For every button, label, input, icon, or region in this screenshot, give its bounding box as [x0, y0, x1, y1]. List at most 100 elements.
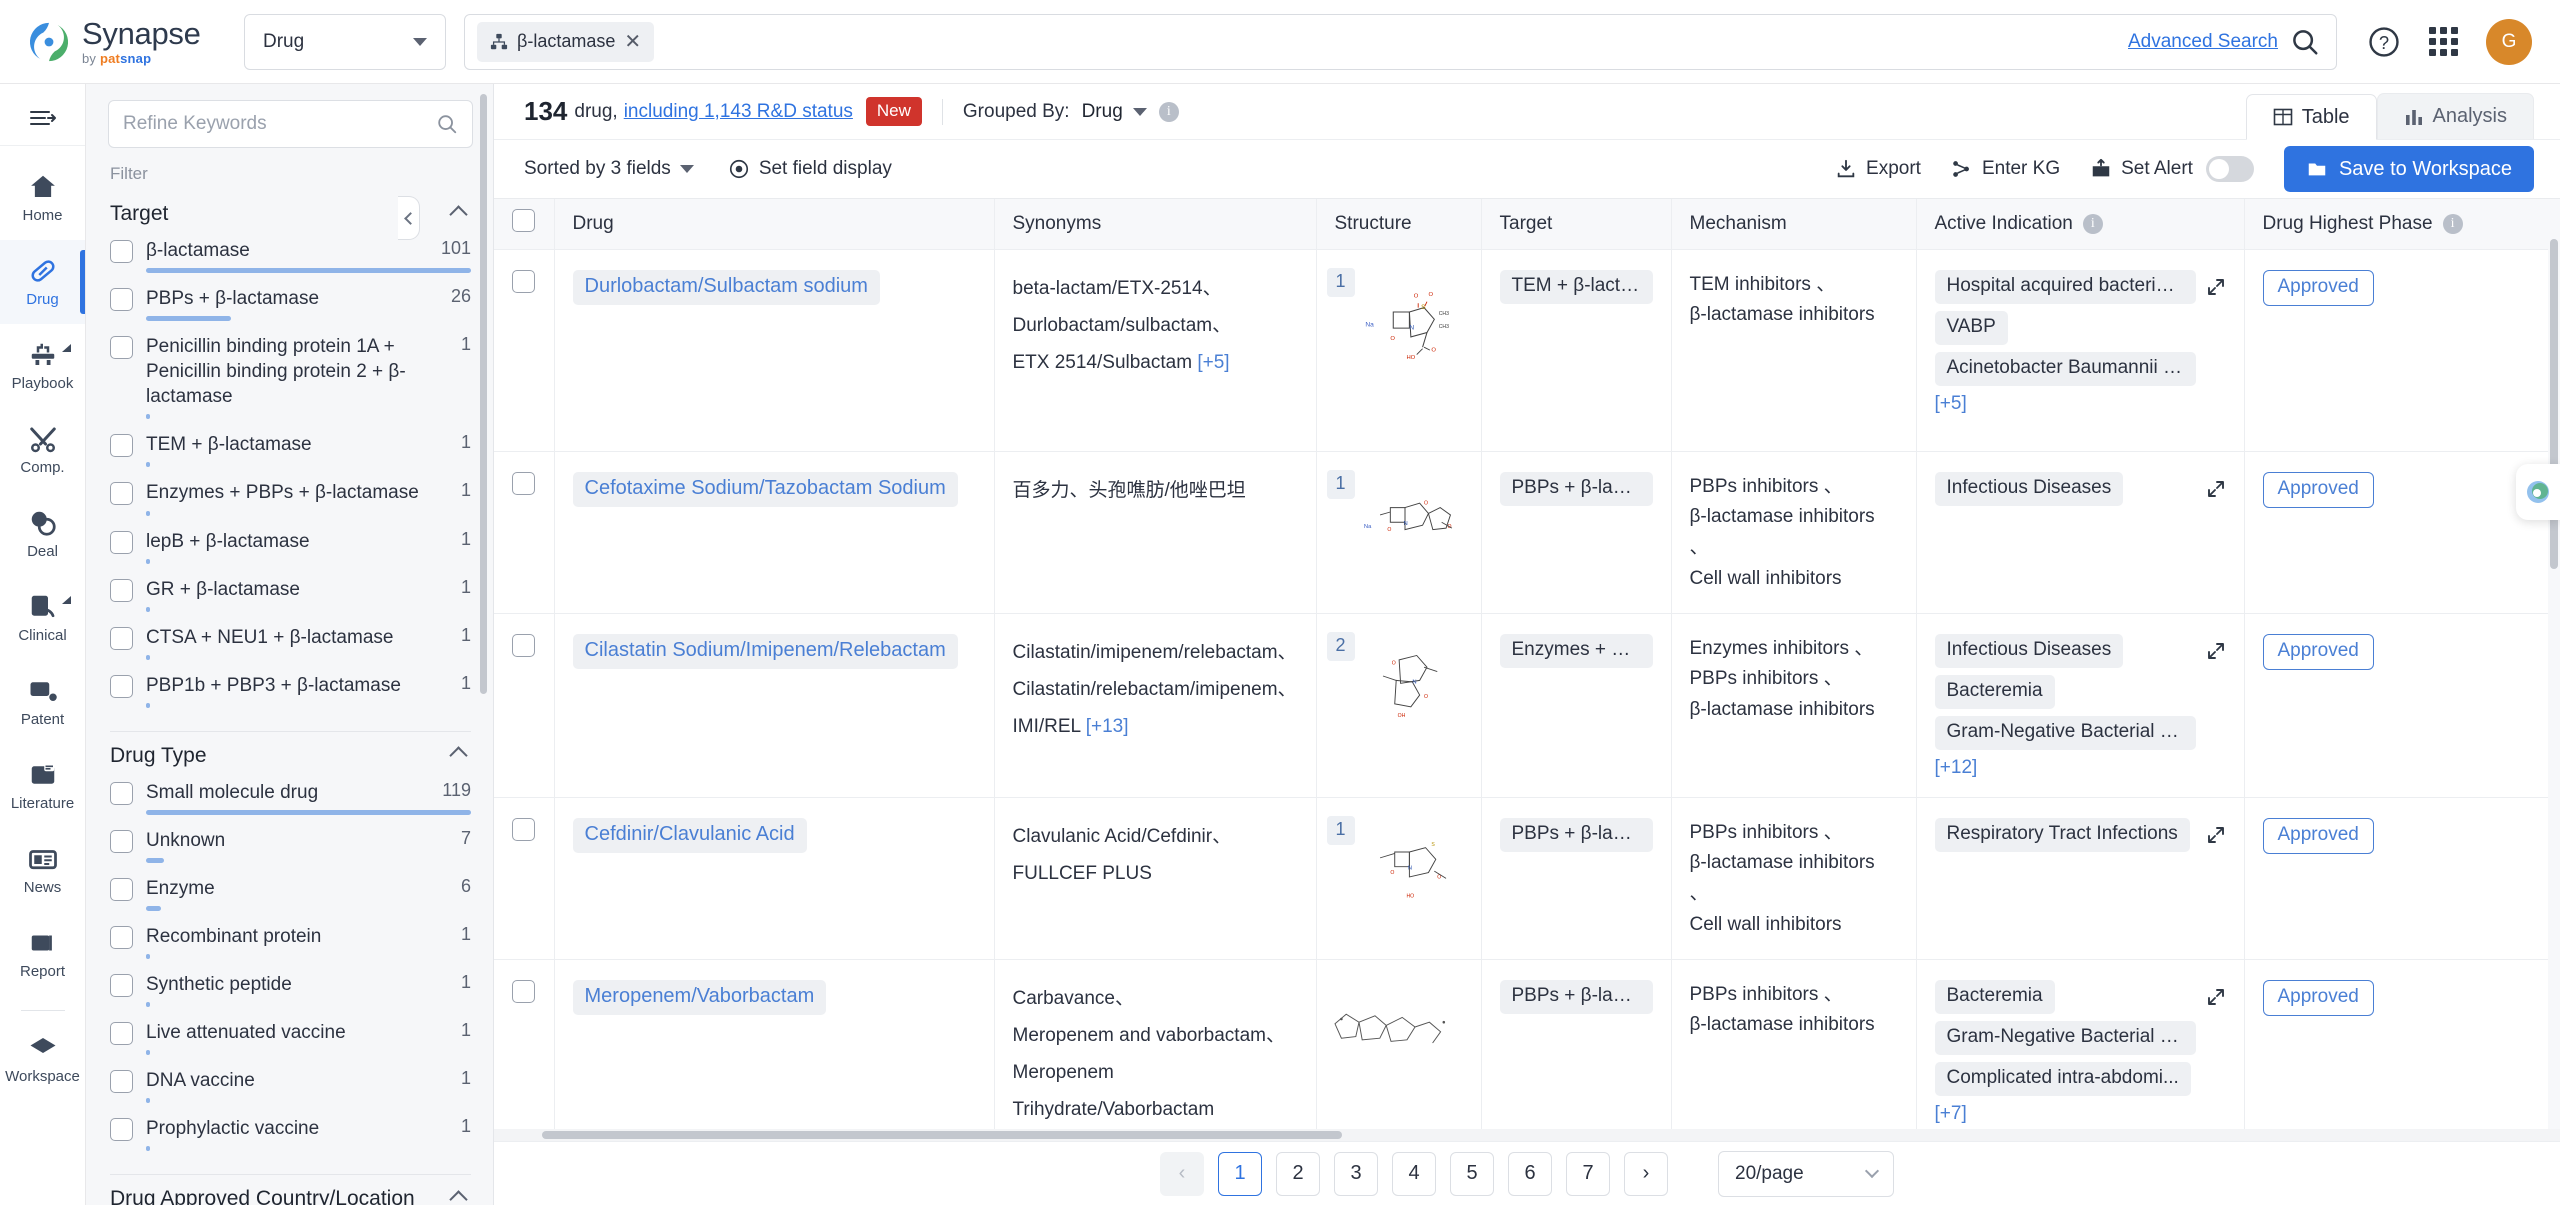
checkbox[interactable] [110, 926, 133, 950]
target-chip[interactable]: TEM + β-lacta... [1499, 269, 1653, 304]
drug-link[interactable]: Cefotaxime Sodium/Tazobactam Sodium [572, 471, 958, 507]
sidebar-item-playbook[interactable]: Playbook [0, 324, 85, 408]
close-icon[interactable]: ✕ [624, 32, 641, 52]
search-icon[interactable] [436, 113, 458, 135]
set-alert-toggle[interactable] [2205, 156, 2254, 182]
target-chip[interactable]: PBPs + β-lacta... [1499, 471, 1653, 506]
filter-row[interactable]: Small molecule drug 119 [108, 780, 473, 828]
row-select-cell[interactable] [494, 613, 555, 798]
filter-row[interactable]: DNA vaccine 1 [108, 1068, 473, 1116]
pagination-page-5[interactable]: 5 [1450, 1151, 1494, 1196]
sidebar-item-patent[interactable]: Patent [0, 660, 85, 744]
brand-logo-area[interactable]: Synapse by patsnap [26, 18, 222, 65]
checkbox[interactable] [110, 878, 133, 902]
chevron-down-icon[interactable] [1132, 107, 1147, 116]
sidebar-item-clinical[interactable]: Clinical [0, 576, 85, 660]
indications-more-link[interactable]: [+12] [1935, 757, 1978, 779]
column-header-drug-highest-phase[interactable]: Drug Highest Phase i [2244, 199, 2560, 250]
filter-row[interactable]: Enzymes + PBPs + β-lactamase 1 [108, 480, 473, 528]
row-select-cell[interactable] [494, 451, 555, 614]
collapse-filters-button[interactable] [398, 196, 420, 240]
pagination-page-2[interactable]: 2 [1276, 1151, 1320, 1196]
sidebar-item-literature[interactable]: Literature [0, 744, 85, 828]
tab-table[interactable]: Table [2245, 94, 2377, 140]
expand-icon[interactable] [2206, 479, 2226, 499]
table-row[interactable]: Meropenem/Vaborbactam Carbavance、 Merope… [494, 959, 2560, 1141]
checkbox[interactable] [110, 974, 133, 998]
checkbox[interactable] [512, 269, 536, 293]
checkbox[interactable] [110, 434, 133, 458]
info-icon[interactable]: i [2082, 213, 2103, 234]
column-header-synonyms[interactable]: Synonyms [994, 199, 1317, 250]
status-badge[interactable]: Approved [2262, 817, 2374, 854]
table-row[interactable]: Cefotaxime Sodium/Tazobactam Sodium 百多力、… [494, 451, 2560, 614]
cell-drug[interactable]: Durlobactam/Sulbactam sodium [554, 249, 995, 452]
table-row[interactable]: Durlobactam/Sulbactam sodium beta-lactam… [494, 249, 2560, 452]
target-chip[interactable]: Enzymes + PB... [1499, 633, 1653, 668]
page-size-select[interactable]: 20/page [1718, 1150, 1894, 1197]
cell-drug[interactable]: Cilastatin Sodium/Imipenem/Relebactam [554, 613, 995, 798]
row-select-cell[interactable] [494, 959, 555, 1141]
synonyms-more-link[interactable]: [+13] [1086, 716, 1129, 737]
column-header-structure[interactable]: Structure [1316, 199, 1482, 250]
checkbox[interactable] [512, 209, 536, 233]
filter-scrollbar-thumb[interactable] [480, 94, 487, 694]
checkbox[interactable] [110, 482, 133, 506]
pagination-page-6[interactable]: 6 [1508, 1151, 1552, 1196]
filter-row[interactable]: Penicillin binding protein 1A + Penicill… [108, 334, 473, 432]
set-field-display-button[interactable]: Set field display [728, 158, 892, 180]
table-vertical-scrollbar[interactable] [2548, 199, 2560, 1129]
expand-icon[interactable] [2206, 277, 2226, 297]
indication-chip[interactable]: Bacteremia [1934, 674, 2055, 709]
sidebar-item-report[interactable]: Report [0, 912, 85, 996]
status-badge[interactable]: Approved [2262, 979, 2374, 1016]
checkbox[interactable] [110, 1070, 133, 1094]
checkbox[interactable] [110, 288, 133, 312]
info-icon[interactable]: i [2442, 213, 2463, 234]
status-badge[interactable]: Approved [2262, 269, 2374, 306]
indication-chip[interactable]: Gram-Negative Bacterial In... [1934, 715, 2196, 750]
table-horizontal-scrollbar-thumb[interactable] [542, 1131, 1342, 1139]
drug-link[interactable]: Cefdinir/Clavulanic Acid [572, 817, 807, 853]
refine-keywords-box[interactable] [108, 100, 473, 148]
pagination-next[interactable]: › [1624, 1151, 1668, 1196]
search-icon[interactable] [2290, 27, 2320, 57]
grouped-by-value[interactable]: Drug [1082, 101, 1123, 123]
export-button[interactable]: Export [1835, 158, 1921, 180]
indication-chip[interactable]: Gram-Negative Bacterial In... [1934, 1020, 2196, 1055]
row-select-cell[interactable] [494, 797, 555, 960]
filter-row[interactable]: lepB + β-lactamase 1 [108, 529, 473, 577]
table-row[interactable]: Cilastatin Sodium/Imipenem/Relebactam Ci… [494, 613, 2560, 798]
filter-row[interactable]: GR + β-lactamase 1 [108, 577, 473, 625]
indication-chip[interactable]: Hospital acquired bacterial ... [1934, 269, 2196, 304]
filter-row[interactable]: Synthetic peptide 1 [108, 972, 473, 1020]
column-header-active-indication[interactable]: Active Indication i [1916, 199, 2245, 250]
column-header-drug[interactable]: Drug [554, 199, 995, 250]
filter-row[interactable]: PBPs + β-lactamase 26 [108, 286, 473, 334]
pagination-page-7[interactable]: 7 [1566, 1151, 1610, 1196]
checkbox[interactable] [512, 817, 536, 841]
info-icon[interactable]: i [1158, 101, 1179, 122]
drug-link[interactable]: Durlobactam/Sulbactam sodium [572, 269, 880, 305]
drug-link[interactable]: Meropenem/Vaborbactam [572, 979, 827, 1015]
cell-drug[interactable]: Meropenem/Vaborbactam [554, 959, 995, 1141]
indication-chip[interactable]: Bacteremia [1934, 979, 2055, 1014]
expand-icon[interactable] [2206, 987, 2226, 1007]
checkbox[interactable] [110, 530, 133, 554]
filter-row[interactable]: CTSA + NEU1 + β-lactamase 1 [108, 625, 473, 673]
sidebar-item-home[interactable]: Home [0, 156, 85, 240]
search-input[interactable] [123, 113, 428, 135]
sorted-by-button[interactable]: Sorted by 3 fields [524, 158, 694, 180]
indications-more-link[interactable]: [+7] [1935, 1103, 1967, 1125]
sidebar-item-drug[interactable]: Drug [0, 240, 85, 324]
cell-drug[interactable]: Cefotaxime Sodium/Tazobactam Sodium [554, 451, 995, 614]
filter-row[interactable]: Recombinant protein 1 [108, 924, 473, 972]
checkbox[interactable] [110, 336, 133, 360]
status-badge[interactable]: Approved [2262, 471, 2374, 508]
rd-status-link[interactable]: including 1,143 R&D status [624, 101, 853, 123]
expand-icon[interactable] [2206, 825, 2226, 845]
checkbox[interactable] [512, 633, 536, 657]
drug-link[interactable]: Cilastatin Sodium/Imipenem/Relebactam [572, 633, 958, 669]
pagination-page-1[interactable]: 1 [1218, 1151, 1262, 1196]
advanced-search-link[interactable]: Advanced Search [2128, 31, 2278, 53]
